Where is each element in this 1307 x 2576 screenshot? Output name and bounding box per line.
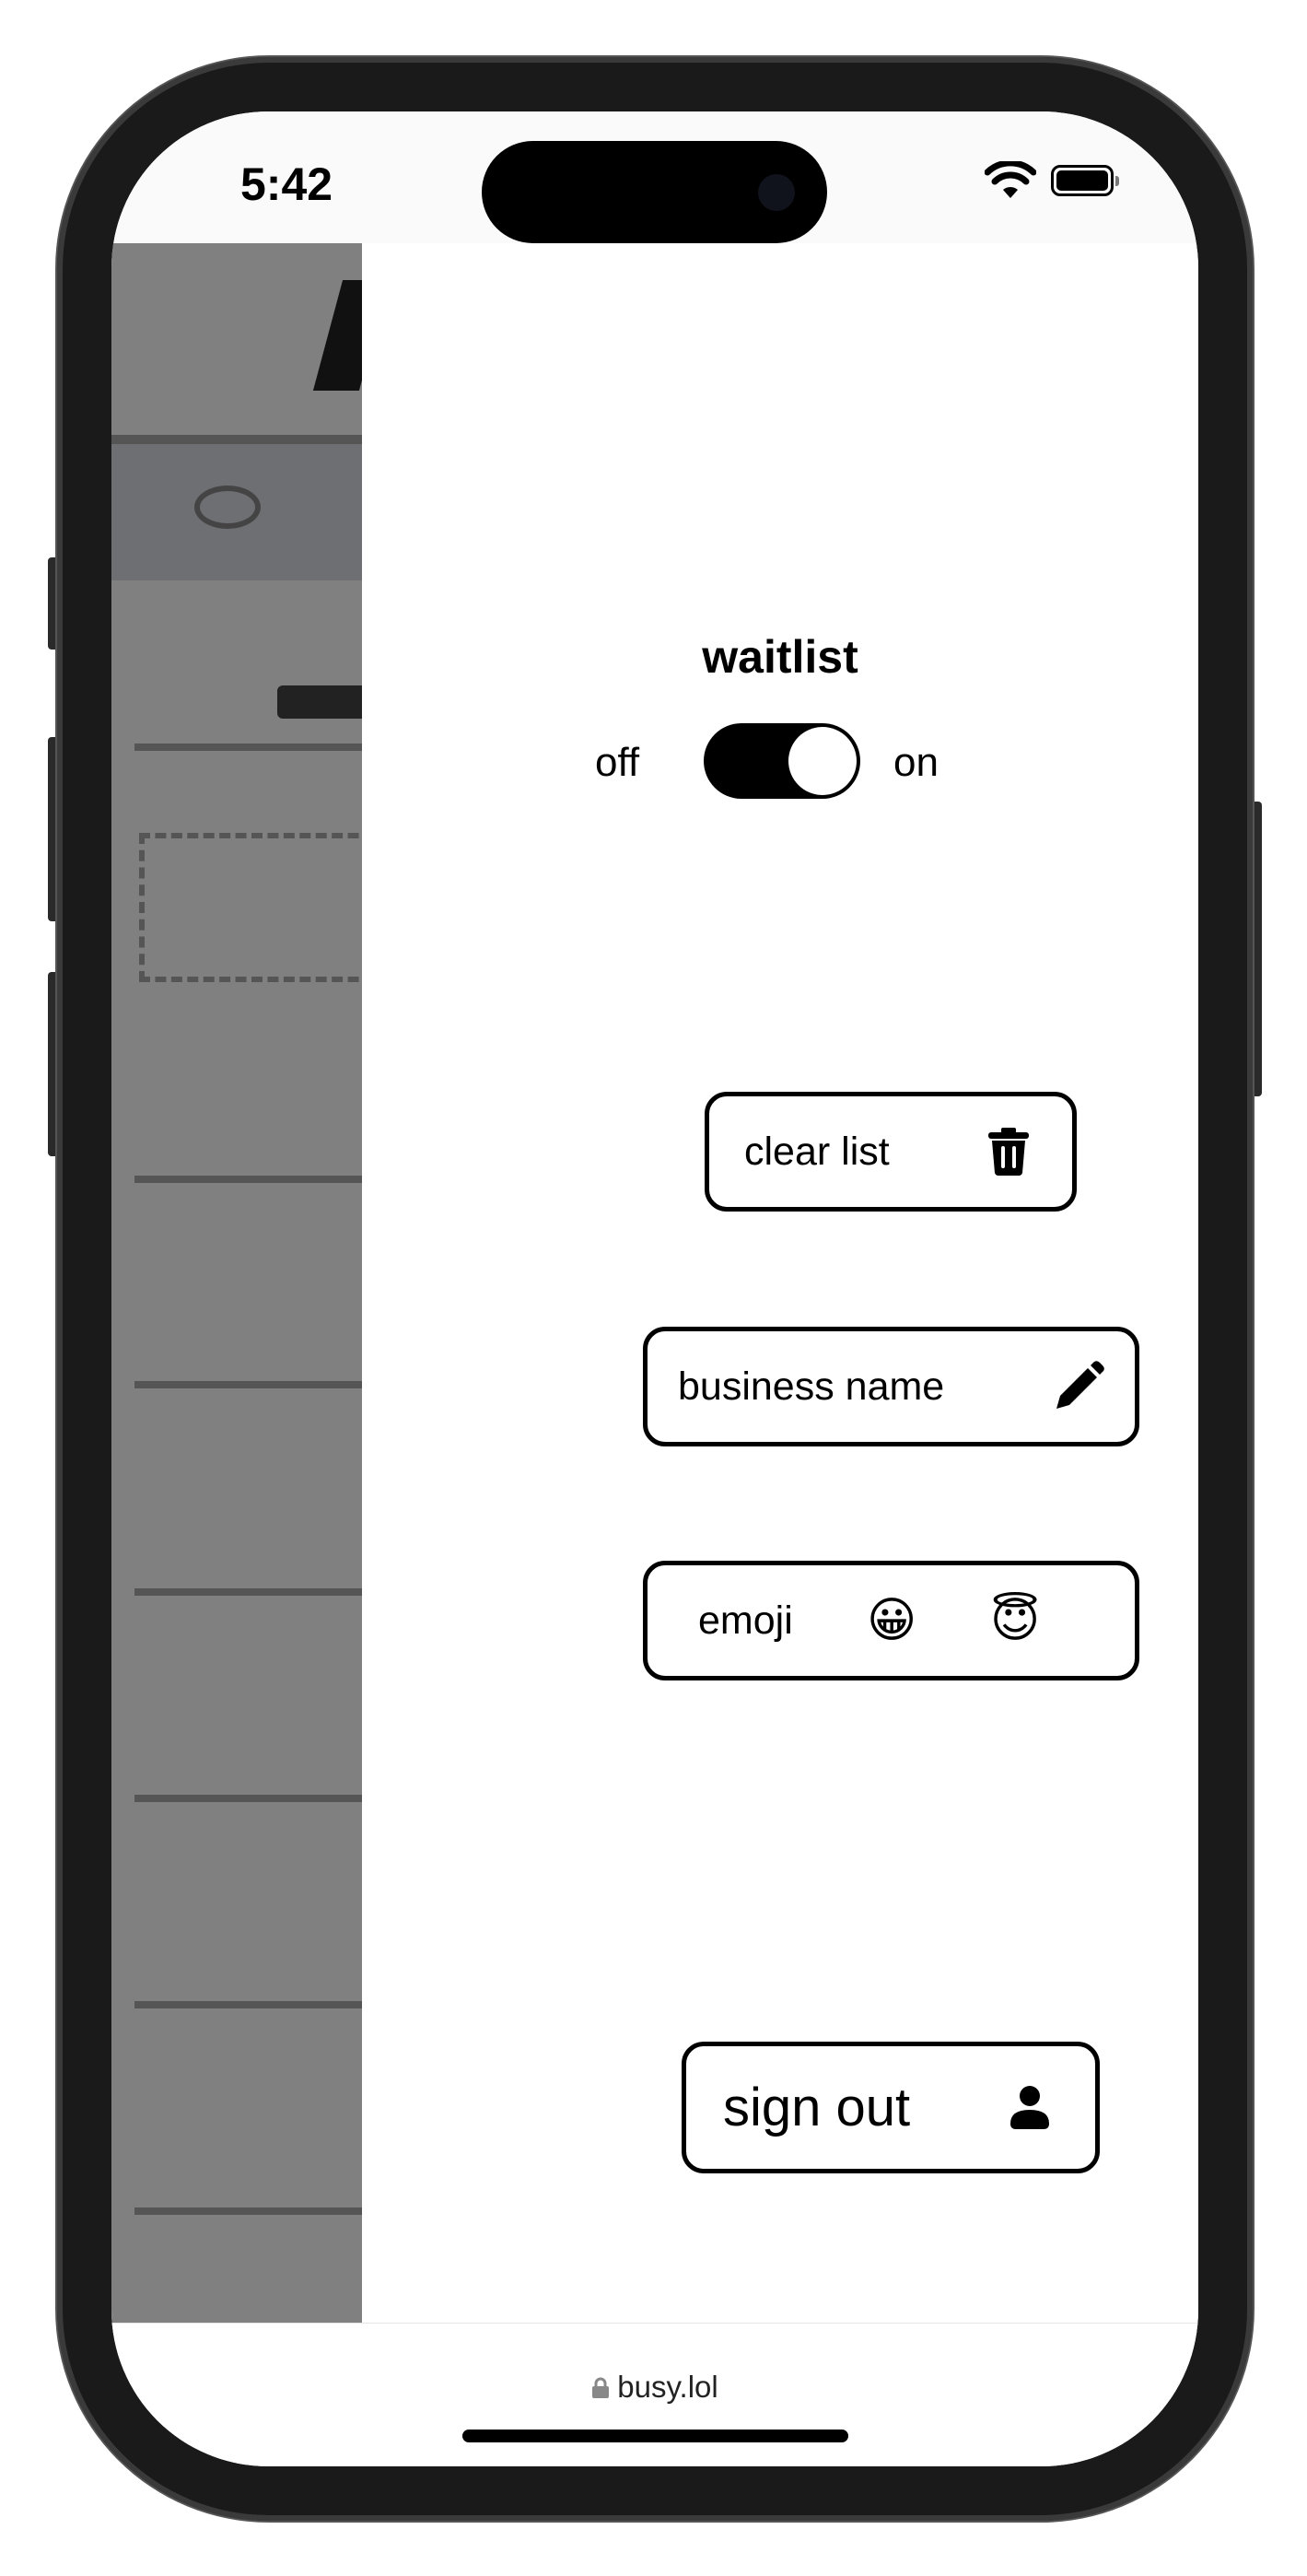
home-indicator[interactable] [462, 2430, 848, 2442]
stage: 5:42 waitlist off on clear list business… [0, 0, 1307, 2576]
waitlist-toggle[interactable] [704, 723, 860, 799]
trash-icon [988, 1128, 1029, 1176]
sign-out-button[interactable]: sign out [682, 2042, 1100, 2173]
browser-url-bar[interactable]: busy.lol [111, 2323, 1198, 2466]
toggle-knob[interactable] [788, 727, 857, 795]
waitlist-toggle-row: off on [362, 723, 1198, 801]
background-page-overlay[interactable] [111, 243, 362, 2323]
lock-icon [592, 2377, 610, 2398]
on-label: on [893, 740, 939, 785]
emoji-option-grinning[interactable]: 😀 [867, 1593, 916, 1648]
battery-icon [1051, 165, 1119, 196]
content-area: waitlist off on clear list business name [111, 243, 1198, 2323]
pencil-icon [1056, 1361, 1104, 1409]
business-name-button[interactable]: business name [643, 1327, 1139, 1446]
url-text: busy.lol [617, 2370, 718, 2404]
business-name-label: business name [678, 1364, 945, 1409]
status-bar: 5:42 [111, 111, 1198, 243]
off-label: off [595, 740, 640, 785]
settings-drawer: waitlist off on clear list business name [362, 243, 1198, 2323]
status-time: 5:42 [240, 158, 333, 210]
url-display[interactable]: busy.lol [111, 2370, 1198, 2405]
clear-list-button[interactable]: clear list [705, 1092, 1077, 1212]
user-icon [1010, 2086, 1049, 2129]
clear-list-label: clear list [744, 1129, 890, 1174]
waitlist-title: waitlist [702, 631, 858, 683]
hidden-icon [194, 486, 261, 529]
phone-frame: 5:42 waitlist off on clear list business… [57, 57, 1253, 2521]
wifi-icon [985, 161, 1036, 198]
emoji-option-halo[interactable]: 😇 [990, 1593, 1040, 1648]
emoji-button[interactable]: emoji 😀 😇 [643, 1561, 1139, 1680]
emoji-label: emoji [698, 1598, 793, 1643]
dynamic-island [482, 141, 827, 243]
camera [758, 174, 795, 211]
sign-out-label: sign out [723, 2078, 911, 2137]
screen: 5:42 waitlist off on clear list business… [111, 111, 1198, 2466]
